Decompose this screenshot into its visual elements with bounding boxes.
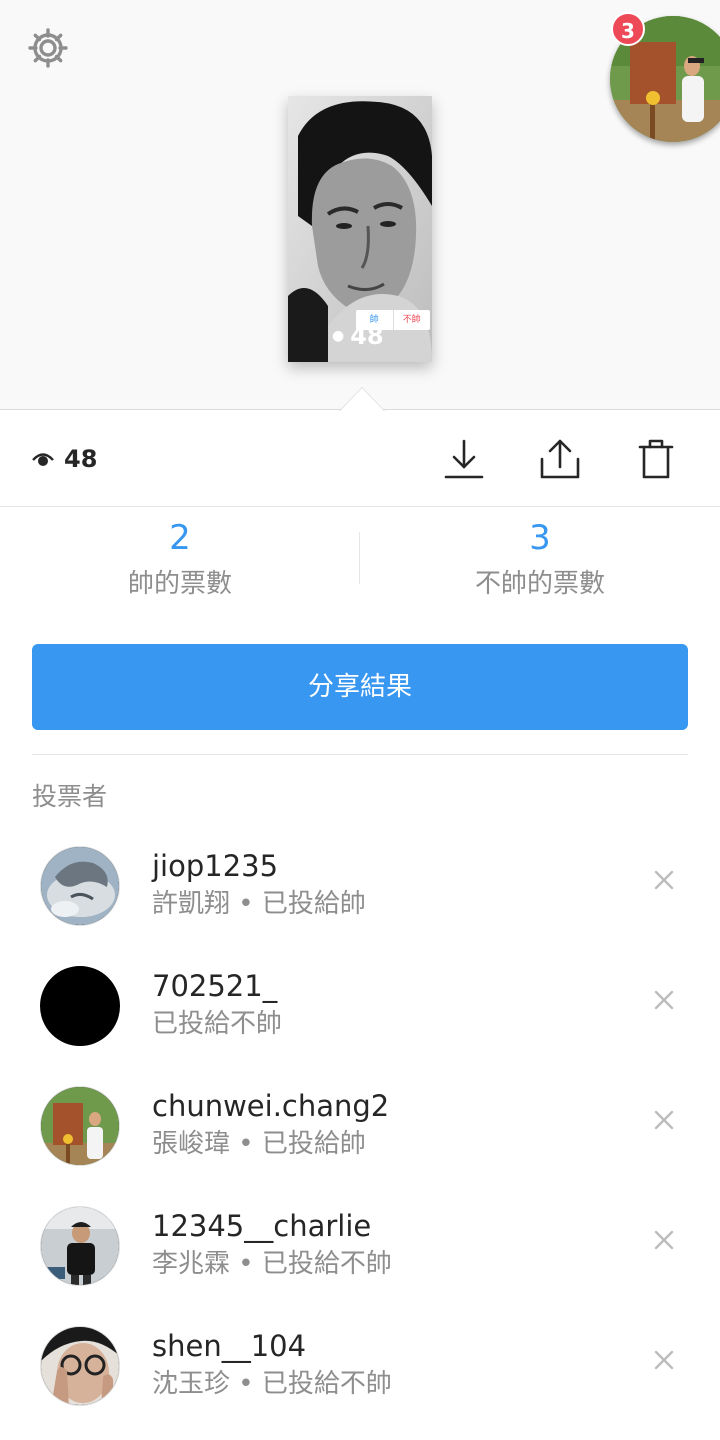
voter-username: 12345__charlie: [152, 1209, 372, 1243]
view-count-number: 48: [64, 445, 98, 473]
voter-detail: 許凱翔 • 已投給帥: [152, 889, 366, 919]
no-vote-label: 不帥的票數: [474, 569, 605, 599]
yes-votes[interactable]: 2 帥的票數: [0, 518, 360, 606]
voter-detail: 李兆霖 • 已投給不帥: [152, 1249, 392, 1279]
poll-results: 2 帥的票數 3 不帥的票數: [0, 508, 720, 618]
thumbnail-view-number: 48: [350, 322, 384, 350]
story-action-bar: 48: [0, 411, 720, 507]
voters-heading: 投票者: [32, 782, 108, 811]
voter-detail: 已投給不帥: [152, 1009, 283, 1039]
close-icon[interactable]: [650, 1106, 678, 1134]
gear-icon[interactable]: [26, 26, 70, 70]
no-votes[interactable]: 3 不帥的票數: [360, 518, 720, 606]
voter-detail: 張峻瑋 • 已投給帥: [152, 1129, 366, 1159]
avatar-photo-cat: [41, 847, 119, 925]
yes-vote-count: 2: [169, 518, 191, 558]
download-icon[interactable]: [442, 437, 486, 481]
close-icon[interactable]: [650, 1346, 678, 1374]
avatar[interactable]: [40, 1326, 120, 1406]
section-divider: [32, 754, 688, 755]
thumbnail-view-count: ● 48: [332, 322, 384, 350]
voter-username: chunwei.chang2: [152, 1089, 390, 1123]
avatar[interactable]: [40, 846, 120, 926]
voter-username: shen__104: [152, 1329, 307, 1363]
share-results-button[interactable]: 分享結果: [32, 644, 688, 730]
voter-row[interactable]: 12345__charlie 李兆霖 • 已投給不帥: [0, 1188, 720, 1308]
avatar-photo-face: [41, 1327, 119, 1405]
story-thumbnail[interactable]: 帥 不帥 ● 48: [288, 96, 432, 362]
view-count[interactable]: 48: [32, 445, 97, 473]
yes-vote-label: 帥的票數: [127, 569, 232, 599]
trash-icon[interactable]: [634, 437, 678, 481]
avatar[interactable]: [40, 1206, 120, 1286]
avatar[interactable]: [40, 966, 120, 1046]
voter-row[interactable]: 702521_ 已投給不帥: [0, 948, 720, 1068]
avatar-photo-person: [41, 1207, 119, 1285]
notification-badge[interactable]: 3: [611, 12, 645, 46]
share-icon[interactable]: [538, 437, 582, 481]
selection-caret: [340, 388, 384, 411]
avatar[interactable]: [40, 1086, 120, 1166]
no-vote-count: 3: [529, 518, 551, 558]
story-preview-area: 3 帥 不帥 ● 48: [0, 0, 720, 410]
eye-icon: ●: [332, 328, 345, 344]
close-icon[interactable]: [650, 986, 678, 1014]
poll-no-option: 不帥: [402, 315, 421, 325]
voter-row[interactable]: chunwei.chang2 張峻瑋 • 已投給帥: [0, 1068, 720, 1188]
voter-row[interactable]: jiop1235 許凱翔 • 已投給帥: [0, 828, 720, 948]
avatar-photo-sign: [41, 1087, 119, 1165]
eye-icon: [32, 453, 54, 466]
close-icon[interactable]: [650, 866, 678, 894]
voter-username: 702521_: [152, 969, 278, 1003]
close-icon[interactable]: [650, 1226, 678, 1254]
voter-detail: 沈玉珍 • 已投給不帥: [152, 1369, 392, 1399]
voter-username: jiop1235: [152, 849, 279, 883]
voter-row[interactable]: shen__104 沈玉珍 • 已投給不帥: [0, 1308, 720, 1428]
